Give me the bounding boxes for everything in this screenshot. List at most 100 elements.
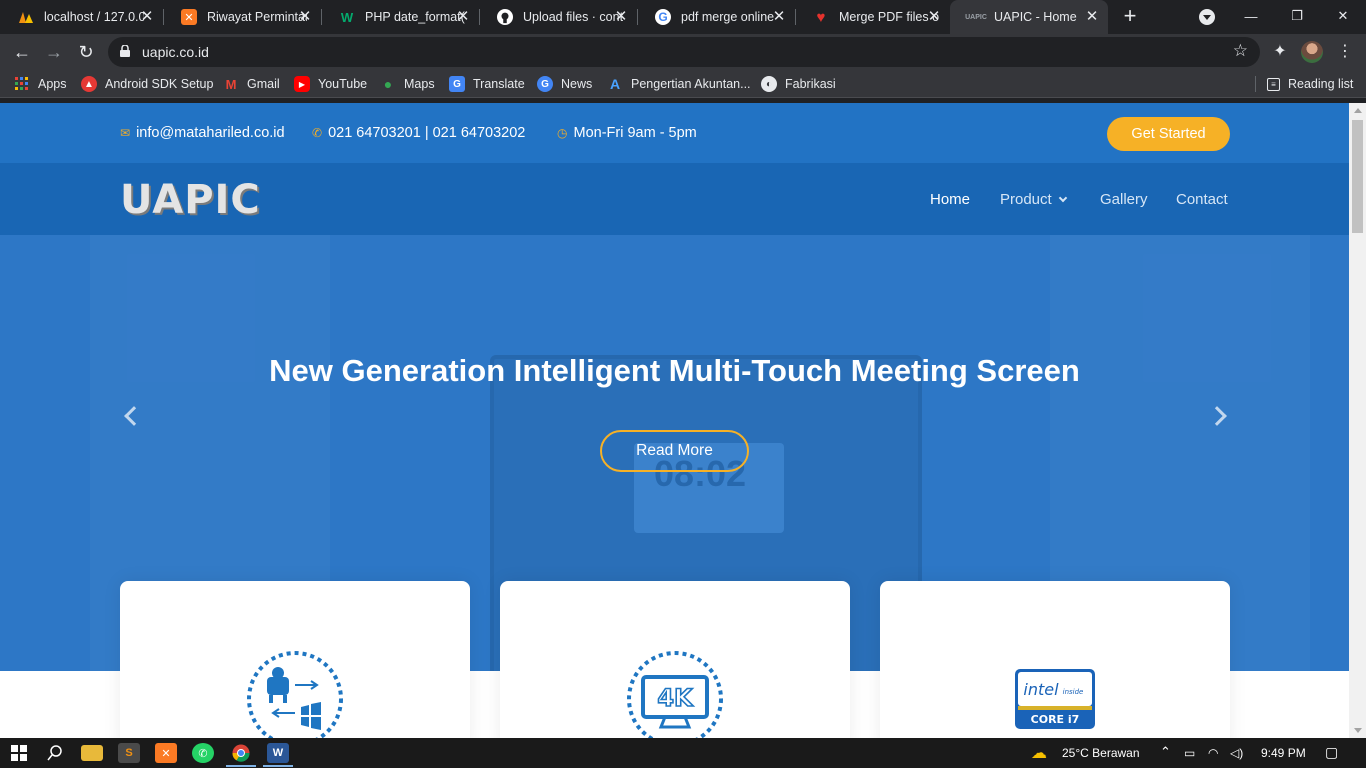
reading-list-button[interactable]: ≡ Reading list — [1267, 75, 1353, 93]
bookmark-news[interactable]: G News — [537, 75, 592, 93]
tab-title: Upload files · contents — [523, 10, 623, 24]
contact-topbar: ✉ info@matahariled.co.id ✆ 021 64703201 … — [0, 103, 1349, 163]
file-explorer-icon[interactable] — [81, 745, 103, 761]
core-i7-label: CORE i7 — [1031, 713, 1080, 726]
close-tab-icon[interactable]: ✕ — [139, 9, 155, 25]
word-icon[interactable]: W — [267, 743, 289, 763]
chrome-icon[interactable] — [230, 743, 252, 763]
close-tab-icon[interactable]: ✕ — [613, 9, 629, 25]
bookmark-label: Maps — [404, 77, 435, 91]
clock-time[interactable]: 9:49 PM — [1261, 746, 1306, 760]
menu-kebab-icon[interactable]: ⋮ — [1333, 40, 1357, 64]
lock-icon — [120, 45, 130, 57]
bookmark-label: Android SDK Setup — [105, 77, 214, 91]
tab-pdf-merge[interactable]: G pdf merge online ✕ — [637, 0, 795, 34]
tab-github-upload[interactable]: Upload files · contents ✕ — [479, 0, 637, 34]
google-icon: G — [655, 9, 671, 25]
battery-icon[interactable]: ▭ — [1184, 746, 1195, 760]
extensions-puzzle-icon[interactable]: ✦ — [1268, 40, 1292, 64]
new-tab-button[interactable]: + — [1118, 5, 1142, 29]
bookmark-maps[interactable]: ● Maps — [380, 75, 435, 93]
tray-chevron-up-icon[interactable]: ⌃ — [1160, 744, 1171, 760]
search-icon[interactable] — [44, 743, 66, 763]
tab-title: localhost / 127.0.0.1 — [44, 10, 144, 24]
phone-text: 021 64703201 | 021 64703202 — [328, 125, 526, 141]
gmail-icon: M — [225, 76, 237, 92]
bookmark-youtube[interactable]: ▶ YouTube — [294, 75, 367, 93]
bookmark-pengertian[interactable]: A Pengertian Akuntan... — [607, 75, 751, 93]
xampp-icon: ✕ — [181, 9, 197, 25]
bookmark-apps[interactable]: Apps — [14, 75, 67, 93]
bookmark-label: YouTube — [318, 77, 368, 91]
tab-title: PHP date_format() — [365, 10, 465, 24]
bookmark-translate[interactable]: G Translate — [449, 75, 525, 93]
bookmark-gmail[interactable]: M Gmail — [223, 75, 280, 93]
feature-card-intel[interactable]: intel inside CORE i7 — [880, 581, 1230, 738]
intel-brand: intel — [1023, 680, 1059, 699]
feature-card-4k[interactable]: 4K — [500, 581, 850, 738]
site-navbar: UAPIC Home Product Gallery Contact — [0, 163, 1349, 235]
tab-search-icon[interactable] — [1199, 9, 1215, 25]
github-icon — [497, 9, 513, 25]
bookmark-star-icon[interactable]: ☆ — [1233, 41, 1248, 61]
reload-button[interactable]: ↻ — [74, 40, 98, 64]
nav-product-label: Product — [1000, 191, 1052, 208]
tab-localhost[interactable]: localhost / 127.0.0.1 ✕ — [0, 0, 163, 34]
tab-php-date[interactable]: W PHP date_format() ✕ — [321, 0, 479, 34]
address-bar[interactable]: uapic.co.id ☆ — [108, 37, 1260, 67]
feature-card-dual-os[interactable] — [120, 581, 470, 738]
bookmark-android-sdk[interactable]: ▲ Android SDK Setup — [81, 75, 213, 93]
akuntansi-icon: A — [609, 76, 621, 92]
tab-riwayat[interactable]: ✕ Riwayat Permintaan ✕ — [163, 0, 321, 34]
nav-product[interactable]: Product — [1000, 191, 1067, 208]
uapic-icon: UAPIC — [965, 13, 987, 21]
profile-avatar[interactable] — [1301, 41, 1323, 63]
bookmarks-bar: Apps ▲ Android SDK Setup M Gmail ▶ YouTu… — [0, 70, 1366, 98]
youtube-icon: ▶ — [294, 76, 310, 92]
nav-contact[interactable]: Contact — [1176, 191, 1228, 208]
close-window-button[interactable]: ✕ — [1320, 0, 1366, 32]
tab-title: pdf merge online — [681, 10, 775, 24]
bookmark-label: Gmail — [247, 77, 280, 91]
close-tab-icon[interactable]: ✕ — [771, 9, 787, 25]
close-tab-icon[interactable]: ✕ — [297, 9, 313, 25]
volume-icon[interactable]: ◁) — [1230, 746, 1243, 760]
wifi-icon[interactable]: ◠ — [1208, 746, 1218, 760]
envelope-icon: ✉ — [120, 126, 131, 140]
close-tab-icon[interactable]: ✕ — [926, 9, 942, 25]
url-text: uapic.co.id — [142, 44, 209, 60]
get-started-button[interactable]: Get Started — [1107, 117, 1230, 151]
scroll-down-icon[interactable] — [1354, 728, 1362, 733]
tab-merge-pdf[interactable]: ♥ Merge PDF files online ✕ — [795, 0, 950, 34]
minimize-button[interactable]: — — [1228, 0, 1274, 32]
bookmark-fabrikasi[interactable]: ◐ Fabrikasi — [761, 75, 836, 93]
notifications-icon[interactable]: ▢ — [1325, 744, 1338, 761]
back-button[interactable]: ← — [10, 40, 34, 64]
read-more-button[interactable]: Read More — [600, 430, 749, 472]
tab-uapic-home[interactable]: UAPIC UAPIC - Home ✕ — [950, 0, 1108, 34]
phone-icon: ✆ — [312, 126, 323, 140]
whatsapp-icon[interactable]: ✆ — [192, 743, 214, 763]
windows-start-icon[interactable] — [8, 743, 30, 763]
restore-button[interactable]: ❐ — [1274, 0, 1320, 32]
close-tab-icon[interactable]: ✕ — [1084, 9, 1100, 25]
scrollbar-thumb[interactable] — [1352, 120, 1363, 233]
scroll-up-icon[interactable] — [1354, 108, 1362, 113]
ilovepdf-icon: ♥ — [816, 8, 826, 26]
news-icon: G — [537, 76, 553, 92]
contact-email[interactable]: ✉ info@matahariled.co.id — [120, 125, 285, 141]
android-windows-dual-os-icon — [247, 651, 343, 738]
nav-home[interactable]: Home — [930, 191, 970, 208]
nav-gallery[interactable]: Gallery — [1100, 191, 1148, 208]
uapic-logo[interactable]: UAPIC — [120, 177, 261, 223]
reading-list-icon: ≡ — [1267, 77, 1280, 91]
weather-text[interactable]: 25°C Berawan — [1062, 746, 1140, 760]
xampp-icon[interactable]: ✕ — [155, 743, 177, 763]
forward-button[interactable]: → — [42, 40, 66, 64]
weather-cloud-icon[interactable]: ☁ — [1028, 743, 1050, 763]
contact-phone: ✆ 021 64703201 | 021 64703202 — [312, 125, 525, 141]
close-tab-icon[interactable]: ✕ — [455, 9, 471, 25]
page-scrollbar[interactable] — [1349, 103, 1366, 738]
clock-icon: ◷ — [557, 126, 568, 140]
sublime-text-icon[interactable]: S — [118, 743, 140, 763]
